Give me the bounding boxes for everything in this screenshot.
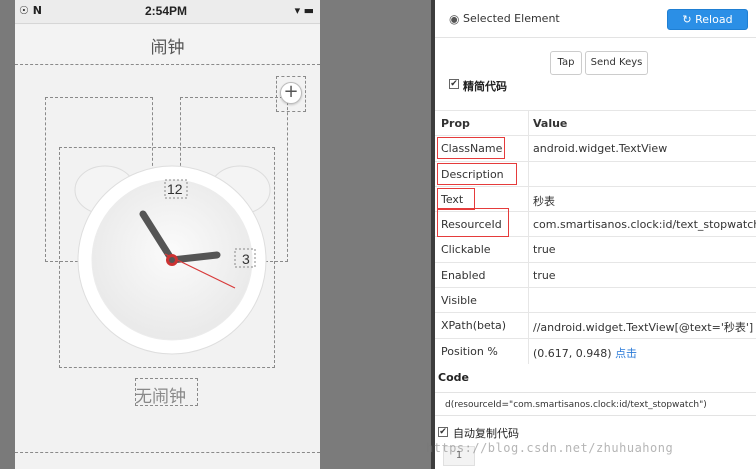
prop-value[interactable]: //android.widget.TextView[@text='秒表'] [533,319,753,335]
value-header: Value [533,117,568,130]
table-row: XPath(beta) //android.widget.TextView[@t… [435,312,756,337]
table-row: ClassName android.widget.TextView [435,135,756,160]
inspector-header: ◉ Selected Element ↻ Reload [435,0,756,38]
status-left-icons: ☉ N [19,4,42,17]
code-label: Code [438,371,469,384]
prop-name: Position % [441,344,498,358]
table-row: Description [435,160,756,186]
prop-value[interactable]: (0.617, 0.948) 点击 [533,345,637,361]
prop-value[interactable]: true [533,269,556,282]
code-box[interactable]: d(resourceId="com.smartisanos.clock:id/t… [435,392,756,416]
auto-copy-checkbox[interactable]: ✔ [438,427,448,437]
table-row: Text 秒表 [435,185,756,211]
outline-bottom [15,452,320,453]
status-time: 2:54PM [145,4,188,18]
prop-value[interactable]: true [533,243,556,256]
clock-minute-hand [168,251,221,264]
selected-element-title: Selected Element [463,12,560,25]
status-bar: ☉ N 2:54PM ▾ ▬ [15,0,320,24]
table-header-row: Prop Value [435,110,756,135]
table-row: Visible [435,287,756,312]
device-screen: ☉ N 2:54PM ▾ ▬ 闹钟 + 12 3 无闹钟 [15,0,320,469]
send-keys-button[interactable]: Send Keys [585,51,648,75]
table-row: Enabled true [435,261,756,287]
watermark: https://blog.csdn.net/zhuhuahong [426,441,674,455]
no-alarm-text: 无闹钟 [135,387,186,407]
target-icon: ◉ [449,12,460,26]
inspector-panel: ◉ Selected Element ↻ Reload Tap Send Key… [435,0,756,469]
simplify-checkbox[interactable]: ✔ [449,79,459,89]
prop-name: Enabled [441,268,486,282]
prop-value[interactable]: 秒表 [533,193,555,209]
table-row: Position % (0.617, 0.948) 点击 [435,337,756,363]
app-title-bar: 闹钟 [15,25,320,65]
prop-name: ClassName [441,142,503,156]
prop-name: Text [441,192,464,206]
clock-center-cap [169,257,175,263]
status-right-icons: ▾ ▬ [294,4,314,17]
auto-copy-label: 自动复制代码 [453,427,519,440]
app-title: 闹钟 [150,38,185,58]
props-table: Prop Value ClassName android.widget.Text… [435,110,756,363]
prop-name: ResourceId [441,218,502,232]
prop-header: Prop [441,117,470,130]
simplify-label: 精简代码 [463,80,507,93]
prop-name: XPath(beta) [441,319,507,333]
prop-name: Clickable [441,243,491,257]
code-text: d(resourceId="com.smartisanos.clock:id/t… [445,400,707,410]
table-row: Clickable true [435,236,756,261]
prop-value[interactable]: com.smartisanos.clock:id/text_stopwatch [533,218,756,231]
prop-name: Visible [441,294,477,308]
reload-button[interactable]: ↻ Reload [667,9,748,30]
gutter [320,0,433,469]
position-value: (0.617, 0.948) [533,346,612,360]
clock-label-3: 3 [242,251,250,267]
clock-face[interactable]: 12 3 [65,148,280,363]
table-row: ResourceId com.smartisanos.clock:id/text… [435,211,756,236]
prop-name: Description [441,167,504,181]
add-alarm-button[interactable]: + [280,82,302,104]
tap-button[interactable]: Tap [550,51,582,75]
clock-label-12: 12 [167,181,183,197]
prop-value[interactable]: android.widget.TextView [533,142,667,155]
position-click-link[interactable]: 点击 [615,347,637,360]
